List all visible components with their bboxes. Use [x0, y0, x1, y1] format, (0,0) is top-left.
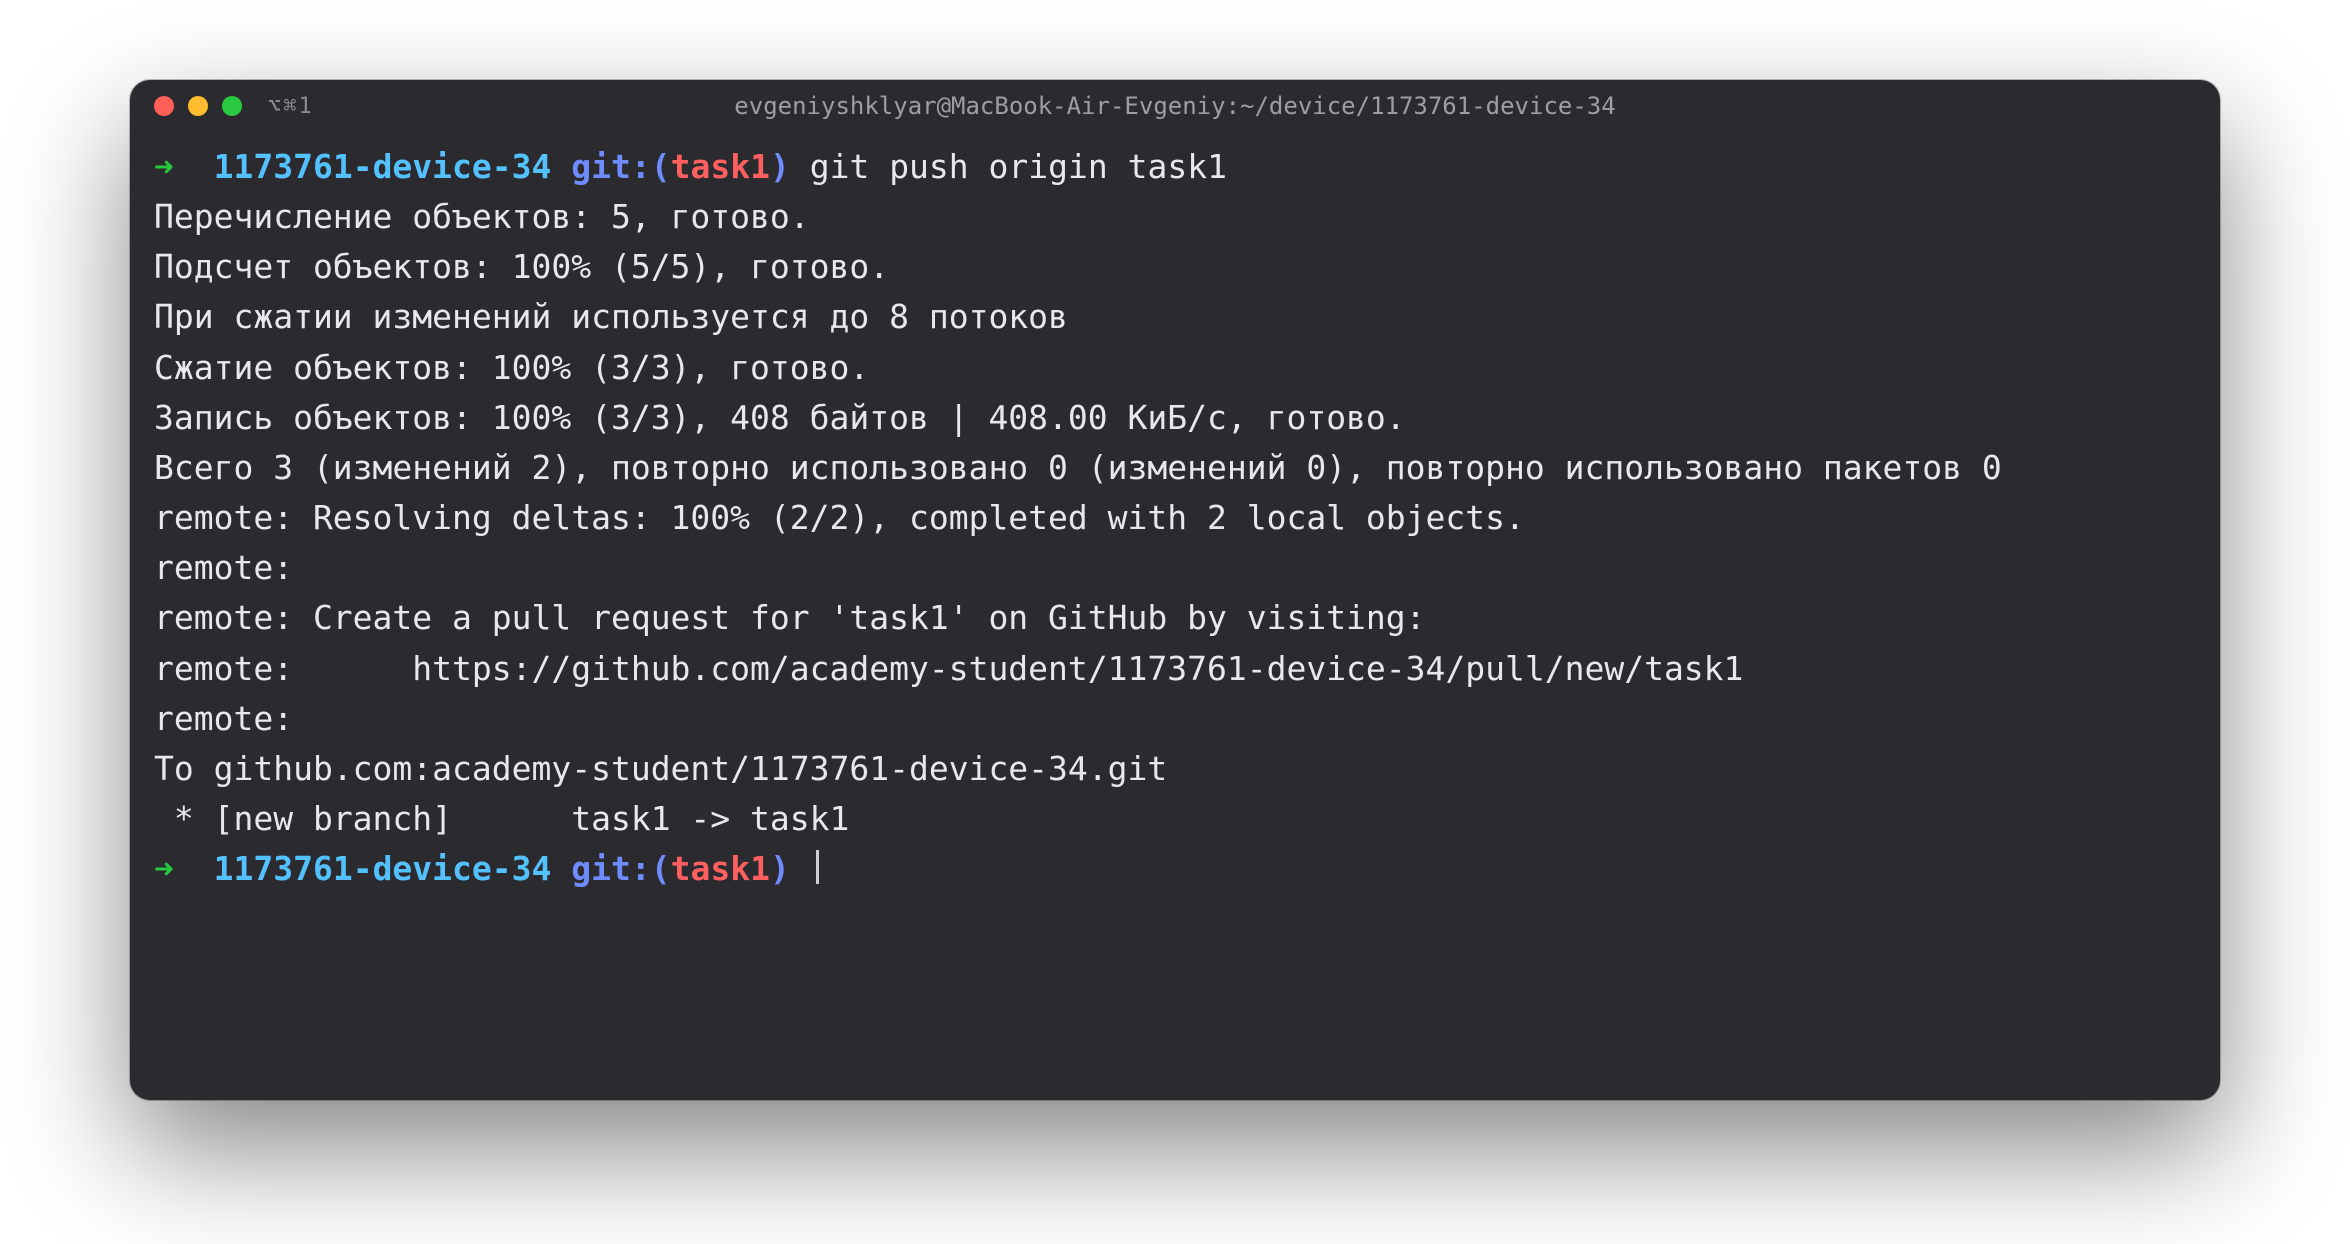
output-line: * [new branch] task1 -> task1 [154, 799, 849, 838]
output-line: Запись объектов: 100% (3/3), 408 байтов … [154, 398, 1406, 437]
prompt-branch: task1 [671, 147, 770, 186]
output-line: При сжатии изменений используется до 8 п… [154, 297, 1068, 336]
terminal-body[interactable]: ➜ 1173761-device-34 git:(task1) git push… [130, 132, 2220, 918]
zoom-icon[interactable] [222, 96, 242, 116]
prompt-arrow-icon: ➜ [154, 849, 174, 888]
prompt-arrow-icon: ➜ [154, 147, 174, 186]
tab-shortcut-label: ⌥⌘1 [268, 94, 314, 119]
prompt-paren-open: ( [651, 849, 671, 888]
prompt-paren-open: ( [651, 147, 671, 186]
traffic-lights [154, 96, 242, 116]
titlebar: ⌥⌘1 evgeniyshklyar@MacBook-Air-Evgeniy:~… [130, 80, 2220, 132]
cursor-icon [816, 850, 819, 884]
output-line: remote: Resolving deltas: 100% (2/2), co… [154, 498, 1525, 537]
prompt-git-label: git: [571, 147, 650, 186]
terminal-window: ⌥⌘1 evgeniyshklyar@MacBook-Air-Evgeniy:~… [130, 80, 2220, 1100]
output-line: To github.com:academy-student/1173761-de… [154, 749, 1167, 788]
prompt-cwd: 1173761-device-34 [214, 147, 552, 186]
output-line: remote: [154, 699, 293, 738]
output-line: Перечисление объектов: 5, готово. [154, 197, 810, 236]
output-line: Всего 3 (изменений 2), повторно использо… [154, 448, 2002, 487]
output-line: Подсчет объектов: 100% (5/5), готово. [154, 247, 889, 286]
output-line: remote: Create a pull request for 'task1… [154, 598, 1426, 637]
output-line: Сжатие объектов: 100% (3/3), готово. [154, 348, 869, 387]
output-line: remote: [154, 548, 293, 587]
prompt-paren-close: ) [770, 849, 790, 888]
minimize-icon[interactable] [188, 96, 208, 116]
output-line: remote: https://github.com/academy-stude… [154, 649, 1743, 688]
close-icon[interactable] [154, 96, 174, 116]
command-text: git push origin task1 [810, 147, 1227, 186]
prompt-cwd: 1173761-device-34 [214, 849, 552, 888]
prompt-branch: task1 [671, 849, 770, 888]
prompt-git-label: git: [571, 849, 650, 888]
window-title: evgeniyshklyar@MacBook-Air-Evgeniy:~/dev… [130, 92, 2220, 120]
prompt-paren-close: ) [770, 147, 790, 186]
